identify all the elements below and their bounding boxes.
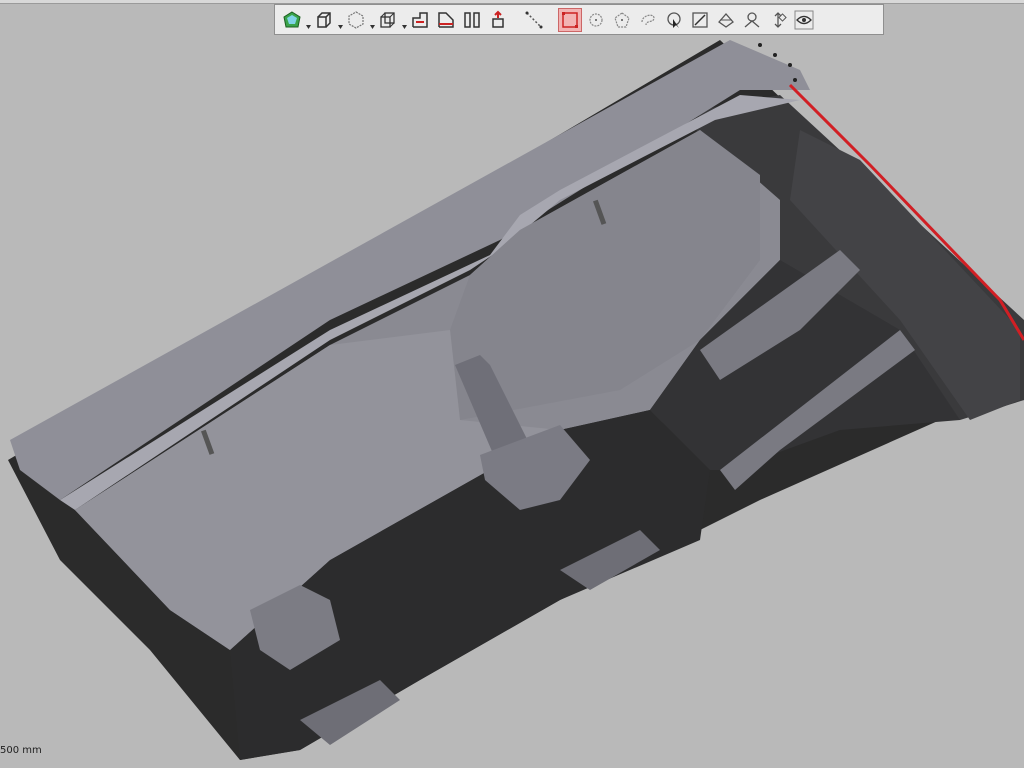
move-part-icon bbox=[768, 10, 788, 30]
select-freeform-icon bbox=[638, 10, 658, 30]
select-rectangle-icon bbox=[560, 10, 580, 30]
chevron-down-icon[interactable] bbox=[369, 8, 375, 32]
select-freeform-button[interactable] bbox=[636, 8, 660, 32]
visibility-eye-button[interactable] bbox=[792, 8, 816, 32]
box-view-button[interactable] bbox=[312, 8, 336, 32]
explode-button[interactable] bbox=[486, 8, 510, 32]
select-pointer-button[interactable] bbox=[662, 8, 686, 32]
model-hole bbox=[758, 43, 762, 47]
chevron-down-icon[interactable] bbox=[305, 8, 311, 32]
measure-distance-icon bbox=[524, 10, 544, 30]
isolate-part-button[interactable] bbox=[740, 8, 764, 32]
toolbar-separator bbox=[511, 8, 521, 32]
select-polygon-icon bbox=[612, 10, 632, 30]
view-toolbar bbox=[274, 4, 884, 35]
model-hole bbox=[793, 78, 797, 82]
model-hole bbox=[773, 53, 777, 57]
scale-label: 500 mm bbox=[0, 745, 42, 756]
wireframe-box-button[interactable] bbox=[376, 8, 400, 32]
chevron-down-icon[interactable] bbox=[337, 8, 343, 32]
model-hole bbox=[788, 63, 792, 67]
split-view-icon bbox=[462, 10, 482, 30]
view-cube-iso-icon bbox=[282, 10, 302, 30]
split-view-button[interactable] bbox=[460, 8, 484, 32]
3d-viewport[interactable]: 500 mm bbox=[0, 0, 1024, 768]
section-plane-icon bbox=[410, 10, 430, 30]
view-cube-iso-button[interactable] bbox=[280, 8, 304, 32]
move-part-button[interactable] bbox=[766, 8, 790, 32]
render-mode-icon bbox=[346, 10, 366, 30]
hide-part-button[interactable] bbox=[714, 8, 738, 32]
section-box-icon bbox=[436, 10, 456, 30]
visibility-eye-icon bbox=[794, 10, 814, 30]
section-box-button[interactable] bbox=[434, 8, 458, 32]
select-rectangle-button[interactable] bbox=[558, 7, 582, 32]
box-view-icon bbox=[314, 10, 334, 30]
hide-part-icon bbox=[716, 10, 736, 30]
cad-model[interactable] bbox=[0, 0, 1024, 768]
select-pointer-icon bbox=[664, 10, 684, 30]
select-circle-icon bbox=[586, 10, 606, 30]
isolate-part-icon bbox=[742, 10, 762, 30]
chevron-down-icon[interactable] bbox=[401, 8, 407, 32]
select-circle-button[interactable] bbox=[584, 8, 608, 32]
wireframe-box-icon bbox=[378, 10, 398, 30]
annotate-button[interactable] bbox=[688, 8, 712, 32]
explode-icon bbox=[488, 10, 508, 30]
section-plane-button[interactable] bbox=[408, 8, 432, 32]
toolbar-separator bbox=[547, 8, 557, 32]
measure-distance-button[interactable] bbox=[522, 8, 546, 32]
annotate-icon bbox=[690, 10, 710, 30]
render-mode-button[interactable] bbox=[344, 8, 368, 32]
select-polygon-button[interactable] bbox=[610, 8, 634, 32]
